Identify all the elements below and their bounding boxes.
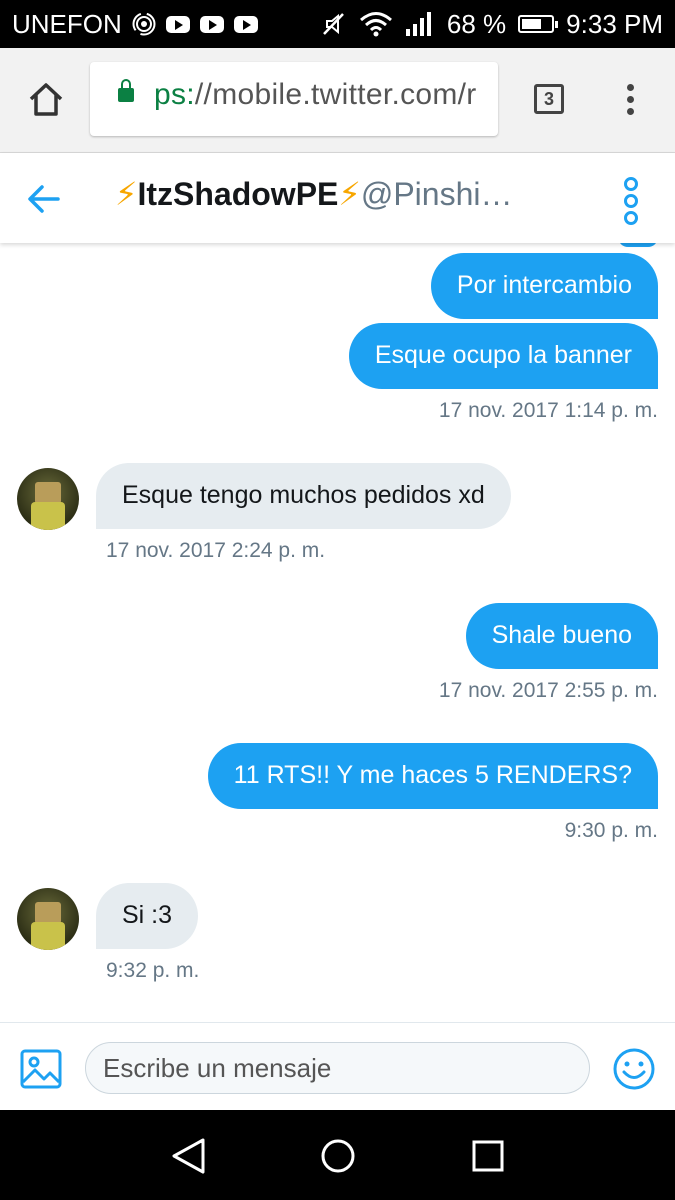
status-left: UNEFON — [12, 0, 258, 48]
compose-bar — [0, 1022, 675, 1111]
message-bubble-partial — [618, 243, 658, 247]
message-bubble-sent[interactable]: Por intercambio — [430, 253, 658, 319]
contact-name: ItzShadowPE — [137, 176, 339, 212]
message-bubble-sent[interactable]: Esque ocupo la banner — [348, 323, 658, 389]
url-text: ps://mobile.twitter.com/r — [154, 78, 477, 111]
clock: 9:33 PM — [566, 8, 663, 39]
battery-percent: 68 % — [446, 8, 507, 39]
overflow-menu-icon[interactable] — [624, 84, 636, 118]
message-bubble-sent[interactable]: Shale bueno — [465, 603, 658, 669]
emoji-icon[interactable] — [612, 1047, 656, 1091]
message-list: Por intercambio Esque ocupo la banner 17… — [0, 243, 675, 1023]
nav-back-icon[interactable] — [168, 1136, 208, 1176]
youtube-notification-icon — [165, 15, 190, 33]
message-timestamp: 17 nov. 2017 1:14 p. m. — [438, 399, 658, 422]
message-bubble-received[interactable]: Esque tengo muchos pedidos xd — [96, 463, 511, 529]
signal-icon — [405, 12, 431, 36]
avatar[interactable] — [17, 888, 79, 950]
tabs-icon[interactable]: 3 — [534, 84, 564, 114]
message-input[interactable] — [85, 1042, 590, 1094]
bolt-emoji: ⚡ — [338, 176, 361, 212]
youtube-notification-icon — [199, 15, 224, 33]
message-timestamp: 9:32 p. m. — [106, 959, 200, 982]
wifi-icon — [359, 12, 392, 37]
home-icon[interactable] — [26, 80, 66, 120]
message-timestamp: 9:30 p. m. — [564, 819, 658, 842]
nav-home-icon[interactable] — [318, 1136, 358, 1176]
message-timestamp: 17 nov. 2017 2:24 p. m. — [106, 539, 326, 562]
status-right: 68 % 9:33 PM — [321, 0, 663, 48]
bolt-emoji: ⚡ — [115, 176, 138, 212]
conversation-title[interactable]: ⚡ItzShadowPE⚡@Pinshi… — [115, 175, 512, 213]
image-icon[interactable] — [20, 1048, 62, 1090]
battery-icon — [518, 15, 559, 33]
status-bar: UNEFON 68 % 9:33 PM — [0, 0, 675, 48]
avatar[interactable] — [17, 468, 79, 530]
hotspot-icon — [132, 12, 156, 36]
mute-icon — [323, 13, 344, 35]
contact-handle: @Pinshi… — [360, 176, 513, 212]
system-navigation-bar — [0, 1110, 675, 1200]
message-timestamp: 17 nov. 2017 2:55 p. m. — [438, 679, 658, 702]
back-arrow-icon[interactable] — [24, 179, 64, 219]
youtube-notification-icon — [233, 15, 258, 33]
message-bubble-received[interactable]: Si :3 — [96, 883, 199, 949]
message-bubble-sent[interactable]: 11 RTS!! Y me haces 5 RENDERS? — [207, 743, 658, 809]
more-options-icon[interactable] — [620, 177, 642, 225]
conversation-header: ⚡ItzShadowPE⚡@Pinshi… — [0, 153, 675, 243]
carrier-name: UNEFON — [12, 8, 122, 39]
nav-recents-icon[interactable] — [468, 1136, 508, 1176]
address-bar[interactable]: ps://mobile.twitter.com/r — [90, 62, 498, 136]
lock-icon — [118, 79, 134, 102]
